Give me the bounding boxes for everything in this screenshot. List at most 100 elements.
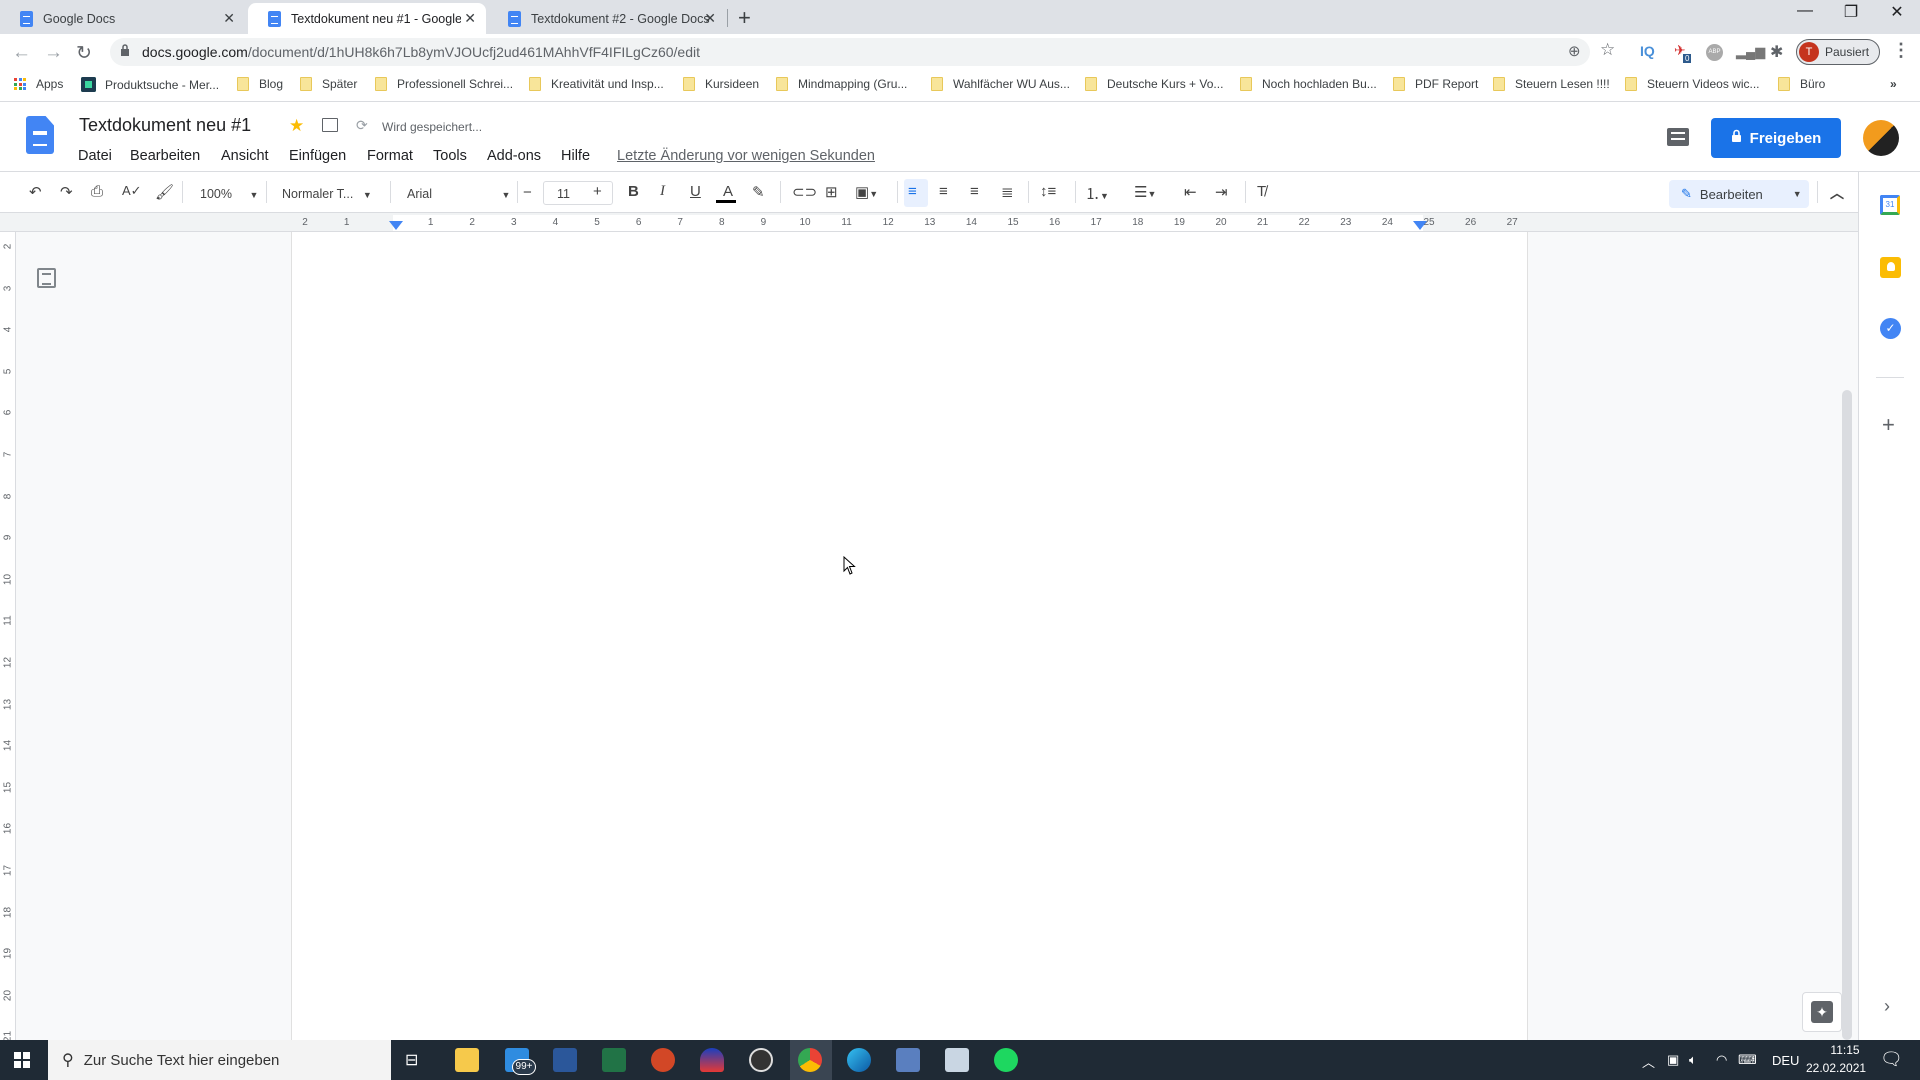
volume-icon[interactable]: 🔈︎	[1689, 1052, 1697, 1068]
italic-button[interactable]: I	[660, 183, 665, 200]
tab-close-icon[interactable]: ✕	[704, 10, 716, 27]
language-indicator[interactable]: DEU	[1772, 1053, 1799, 1068]
bookmark-folder[interactable]: Steuern Lesen !!!!	[1493, 77, 1610, 91]
bookmark-folder[interactable]: Steuern Videos wic...	[1625, 77, 1760, 91]
bookmark-folder[interactable]: Mindmapping (Gru...	[776, 77, 907, 91]
edge-icon[interactable]	[847, 1048, 871, 1072]
clear-formatting-icon[interactable]: T̸	[1257, 183, 1266, 200]
text-color-button[interactable]: A	[716, 183, 736, 203]
zoom-select[interactable]: 100% ▼	[200, 187, 258, 201]
tray-overflow-icon[interactable]: ︿	[1642, 1052, 1655, 1071]
tasks-icon[interactable]: ✓	[1880, 318, 1901, 339]
left-indent-marker[interactable]	[389, 221, 403, 230]
minimize-button[interactable]: —	[1782, 2, 1828, 20]
font-select[interactable]: Arial ▼	[407, 187, 510, 201]
app-icon[interactable]	[896, 1048, 920, 1072]
font-size-increase-button[interactable]: +	[593, 183, 602, 200]
add-addon-icon[interactable]: +	[1882, 412, 1895, 438]
tab-close-icon[interactable]: ✕	[223, 10, 235, 27]
decrease-indent-icon[interactable]: ⇤	[1184, 183, 1197, 201]
bookmark-folder[interactable]: Deutsche Kurs + Vo...	[1085, 77, 1223, 91]
align-left-icon[interactable]: ≡	[908, 183, 917, 200]
bookmark-produktsuche[interactable]: Produktsuche - Mer...	[81, 77, 219, 92]
calendar-icon[interactable]: 31	[1880, 195, 1900, 215]
editing-mode-select[interactable]: ✎ Bearbeiten ▼	[1669, 180, 1809, 208]
underline-button[interactable]: U	[690, 183, 701, 200]
bookmark-folder[interactable]: PDF Report	[1393, 77, 1478, 91]
file-explorer-icon[interactable]	[455, 1048, 479, 1072]
url-text[interactable]: docs.google.com/document/d/1hUH8k6h7Lb8y…	[142, 44, 700, 60]
menu-datei[interactable]: Datei	[78, 148, 112, 164]
move-folder-icon[interactable]	[322, 118, 338, 132]
excel-icon[interactable]	[602, 1048, 626, 1072]
insert-image-icon[interactable]: ▣▼	[855, 183, 878, 201]
align-justify-icon[interactable]: ≣	[1001, 183, 1014, 201]
comments-icon[interactable]	[1667, 128, 1689, 146]
task-view-icon[interactable]: ⊟	[405, 1050, 418, 1070]
extension-bars-icon[interactable]: ▂▄▆	[1736, 44, 1765, 60]
forward-button[interactable]: →	[44, 42, 63, 64]
menu-addons[interactable]: Add-ons	[487, 148, 541, 164]
close-window-button[interactable]: ✕	[1874, 2, 1920, 22]
font-size-input[interactable]	[543, 181, 613, 205]
bookmark-folder[interactable]: Kursideen	[683, 77, 759, 91]
restore-button[interactable]: ❐	[1828, 2, 1874, 22]
notifications-icon[interactable]: 🗨︎	[1880, 1049, 1903, 1070]
tab-close-icon[interactable]: ✕	[464, 10, 476, 27]
profile-button[interactable]: T Pausiert	[1796, 39, 1880, 65]
clock-date[interactable]: 22.02.2021	[1806, 1061, 1866, 1075]
bookmark-folder[interactable]: Noch hochladen Bu...	[1240, 77, 1377, 91]
bookmark-folder[interactable]: Später	[300, 77, 357, 91]
extensions-puzzle-icon[interactable]: ✱	[1770, 42, 1783, 62]
extension-iq-icon[interactable]: IQ	[1640, 43, 1655, 59]
bulleted-list-icon[interactable]: ☰▼	[1134, 183, 1156, 201]
line-spacing-icon[interactable]: ↕≡	[1040, 183, 1056, 200]
last-edit-link[interactable]: Letzte Änderung vor wenigen Sekunden	[617, 148, 875, 164]
font-size-decrease-button[interactable]: −	[523, 184, 532, 201]
print-icon[interactable]: ⎙	[91, 183, 103, 200]
bookmark-star-icon[interactable]: ☆	[1600, 40, 1615, 60]
wifi-icon[interactable]: ◠	[1716, 1052, 1727, 1068]
spotify-icon[interactable]	[994, 1048, 1018, 1072]
menu-bearbeiten[interactable]: Bearbeiten	[130, 148, 200, 164]
explore-button[interactable]: ✦	[1802, 992, 1842, 1032]
vertical-scrollbar[interactable]	[1842, 390, 1852, 1040]
keyboard-icon[interactable]: ⌨	[1738, 1052, 1757, 1068]
increase-indent-icon[interactable]: ⇥	[1215, 183, 1228, 201]
bookmark-apps[interactable]: Apps	[14, 77, 63, 91]
style-select[interactable]: Normaler T... ▼	[282, 187, 372, 201]
app-icon[interactable]	[945, 1048, 969, 1072]
bookmark-folder[interactable]: Professionell Schrei...	[375, 77, 513, 91]
bookmark-folder[interactable]: Wahlfächer WU Aus...	[931, 77, 1070, 91]
word-icon[interactable]	[553, 1048, 577, 1072]
back-button[interactable]: ←	[12, 42, 31, 64]
add-comment-icon[interactable]: ⊞	[825, 183, 838, 201]
document-page[interactable]	[291, 232, 1528, 1040]
bookmarks-more-button[interactable]: »	[1890, 77, 1897, 91]
document-title[interactable]: Textdokument neu #1	[79, 115, 251, 136]
bold-button[interactable]: B	[628, 183, 639, 200]
obs-icon[interactable]	[749, 1048, 773, 1072]
highlight-color-icon[interactable]: ✎	[752, 183, 765, 201]
spellcheck-icon[interactable]: A✓	[122, 183, 142, 199]
bookmark-folder[interactable]: Büro	[1778, 77, 1825, 91]
taskbar-search-box[interactable]: ⚲ Zur Suche Text hier eingeben	[48, 1040, 391, 1080]
right-indent-marker[interactable]	[1413, 221, 1427, 230]
numbered-list-icon[interactable]: ⒈▼	[1085, 183, 1109, 204]
star-icon[interactable]: ★	[289, 116, 304, 136]
align-center-icon[interactable]: ≡	[939, 183, 948, 200]
menu-hilfe[interactable]: Hilfe	[561, 148, 590, 164]
account-avatar[interactable]	[1863, 120, 1899, 156]
undo-icon[interactable]: ↶	[29, 183, 42, 201]
tab-google-docs[interactable]: Google Docs ✕	[0, 3, 245, 34]
chrome-icon[interactable]	[798, 1048, 822, 1072]
insert-link-icon[interactable]: ⊂⊃	[792, 183, 817, 201]
app-icon[interactable]	[700, 1048, 724, 1072]
windows-start-icon[interactable]	[14, 1052, 30, 1073]
bookmark-folder[interactable]: Blog	[237, 77, 283, 91]
powerpoint-icon[interactable]	[651, 1048, 675, 1072]
new-tab-button[interactable]: +	[738, 5, 751, 31]
reload-button[interactable]: ↻	[76, 42, 92, 65]
paint-format-icon[interactable]: 🖌︎	[155, 183, 174, 201]
extension-abp-icon[interactable]: ABP	[1706, 44, 1723, 61]
